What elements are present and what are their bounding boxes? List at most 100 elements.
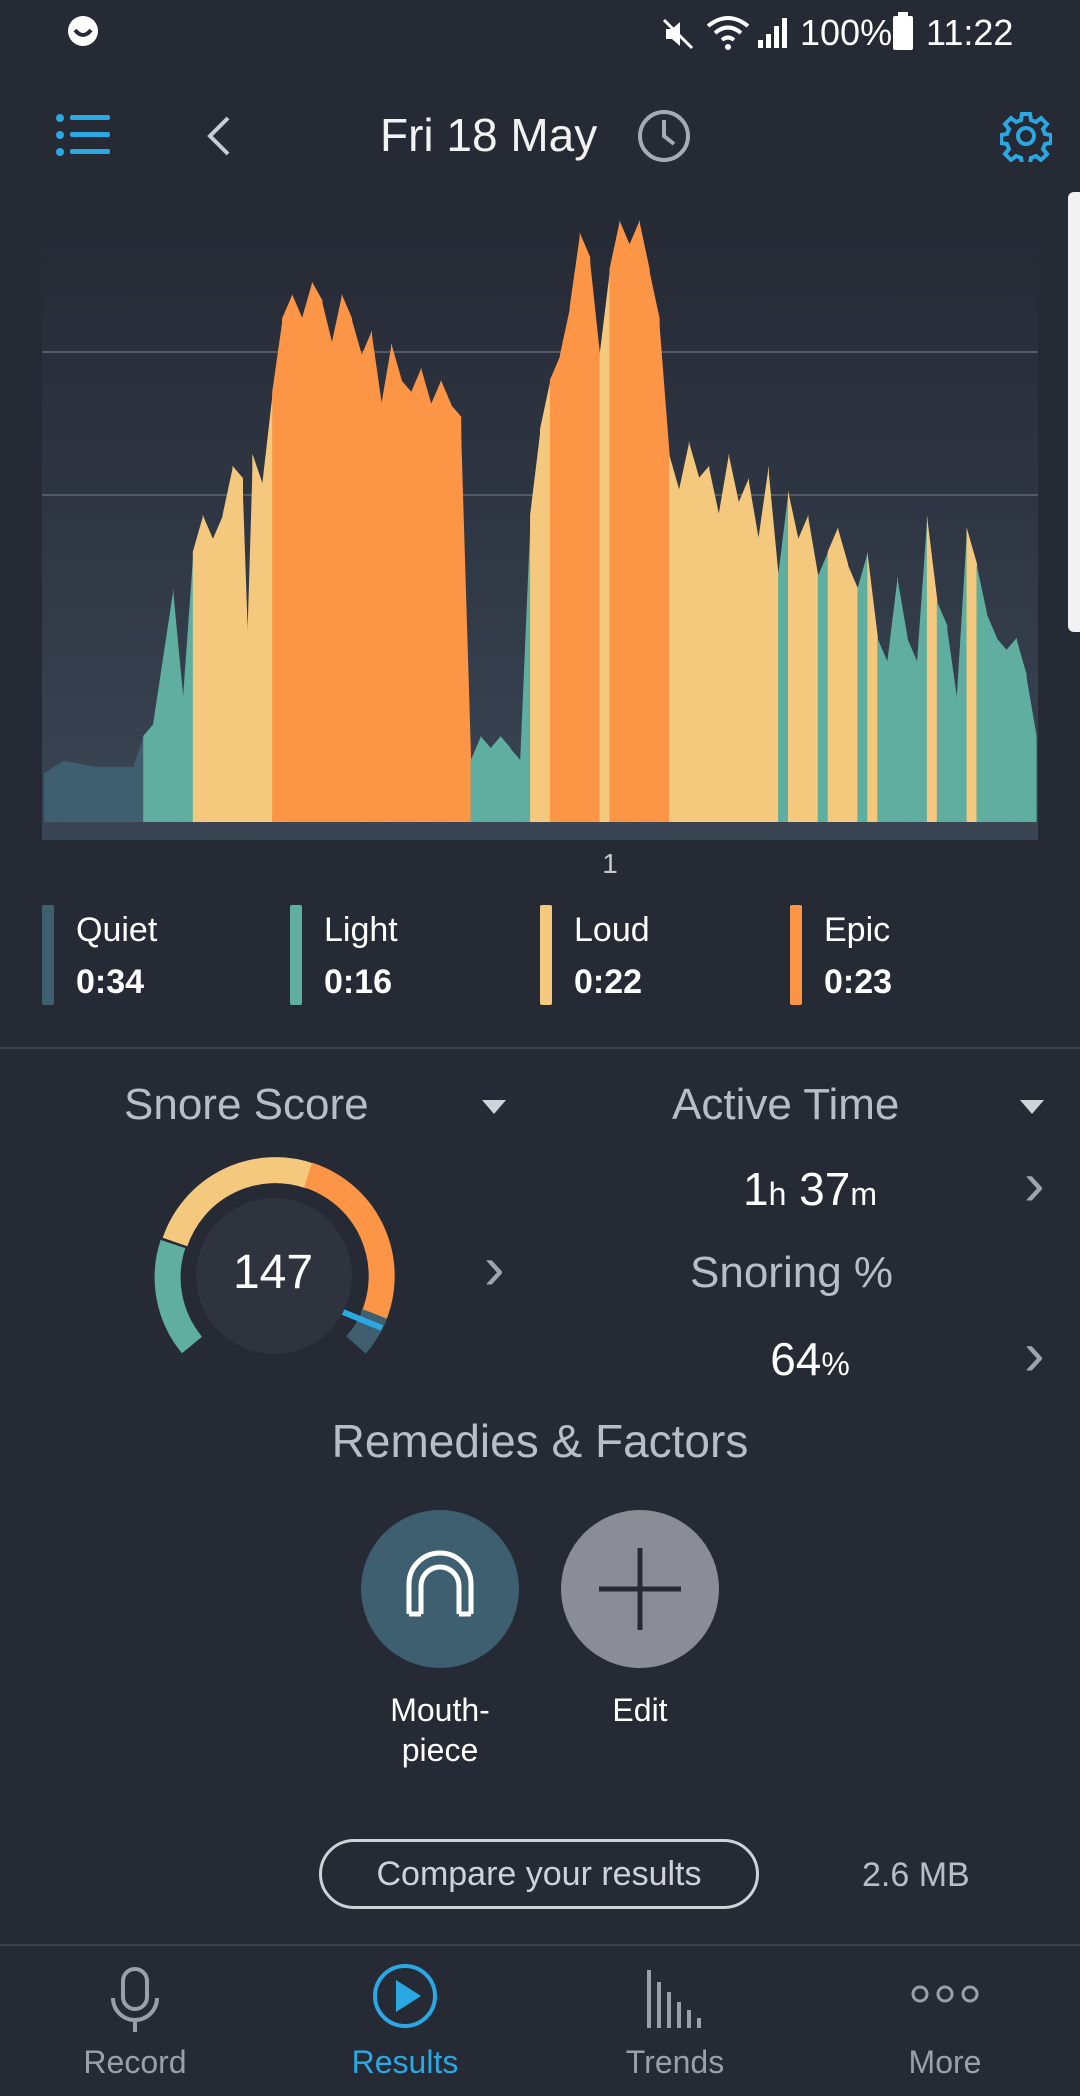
wifi-icon bbox=[706, 16, 750, 50]
chart-area-segment-epic bbox=[351, 318, 363, 822]
mouthpiece-button[interactable] bbox=[361, 1510, 519, 1668]
edit-remedies-button[interactable] bbox=[561, 1510, 719, 1668]
chart-area-segment-epic bbox=[401, 379, 412, 822]
section-divider bbox=[0, 1047, 1080, 1049]
chart-area-segment-epic bbox=[609, 220, 620, 822]
chart-area-segment-loud bbox=[788, 490, 799, 822]
back-chevron-icon[interactable] bbox=[204, 114, 234, 158]
status-bar: 100% 11:22 bbox=[0, 0, 1080, 70]
legend-epic-value: 0:23 bbox=[824, 963, 893, 1001]
legend-light: Light 0:16 bbox=[290, 905, 490, 1005]
chart-area-segment-light bbox=[817, 551, 829, 822]
chart-area-segment-epic bbox=[301, 281, 313, 822]
menu-list-icon[interactable] bbox=[56, 112, 112, 158]
chart-area-segment-loud bbox=[708, 465, 720, 822]
nav-more[interactable]: More bbox=[810, 1946, 1080, 2096]
snore-score-dropdown-icon[interactable] bbox=[482, 1100, 506, 1114]
clock: 11:22 bbox=[926, 12, 1014, 53]
remedies-title: Remedies & Factors bbox=[331, 1415, 749, 1467]
side-scroll-handle[interactable] bbox=[1068, 192, 1080, 632]
chart-area-segment-loud bbox=[678, 441, 690, 822]
snoring-percent-chevron-icon[interactable]: › bbox=[1024, 1324, 1045, 1386]
chart-area-segment-epic bbox=[292, 293, 303, 823]
snore-score-value: 147 bbox=[232, 1246, 314, 1299]
active-time-title[interactable]: Active Time bbox=[672, 1080, 899, 1130]
chart-area-segment-epic bbox=[549, 355, 561, 822]
chart-area-segment-loud bbox=[202, 515, 214, 822]
signal-icon bbox=[758, 18, 787, 48]
snore-chart[interactable]: 1 bbox=[0, 180, 1080, 879]
compare-results-button[interactable]: Compare your results bbox=[319, 1839, 759, 1909]
chart-area-segment-epic bbox=[440, 379, 452, 822]
mute-icon bbox=[662, 18, 694, 50]
snore-score-title[interactable]: Snore Score bbox=[124, 1080, 369, 1130]
chart-area-segment-epic bbox=[579, 232, 591, 822]
legend-light-swatch bbox=[290, 905, 302, 1005]
file-size: 2.6 MB bbox=[862, 1856, 970, 1894]
chart-area-segment-loud bbox=[847, 564, 859, 822]
chart-area-segment-light bbox=[480, 736, 491, 822]
chart-area-segment-epic bbox=[411, 367, 422, 822]
chart-area-segment-epic bbox=[430, 379, 442, 822]
gear-icon[interactable] bbox=[1000, 110, 1052, 162]
legend-loud-label: Loud bbox=[574, 911, 650, 949]
nav-results[interactable]: Results bbox=[270, 1946, 540, 2096]
chart-area-segment-light bbox=[500, 736, 511, 822]
nav-results-label: Results bbox=[351, 2044, 459, 2080]
chart-area-segment-loud bbox=[212, 515, 224, 822]
chart-area-segment-epic bbox=[619, 220, 630, 822]
chart-area-segment-quiet bbox=[63, 760, 95, 822]
legend-quiet-value: 0:34 bbox=[76, 963, 145, 1001]
chart-area-segment-loud bbox=[222, 465, 234, 822]
chart-area-segment-loud bbox=[698, 465, 710, 822]
chart-area-segment-epic bbox=[569, 232, 581, 822]
chart-area-segment-light bbox=[490, 736, 501, 822]
app-notification-icon bbox=[68, 16, 98, 46]
chart-area-segment-light bbox=[1006, 637, 1017, 822]
chart-area-segment-loud bbox=[718, 453, 730, 822]
chart-area-segment-light bbox=[996, 637, 1007, 822]
bottom-nav: Record Results Trends More bbox=[0, 1944, 1080, 2096]
header: Fri 18 May bbox=[0, 90, 1080, 180]
chart-area-segment-epic bbox=[391, 343, 402, 822]
legend-loud-swatch bbox=[540, 905, 552, 1005]
chart-area-segment-epic bbox=[341, 293, 353, 823]
legend-light-value: 0:16 bbox=[324, 963, 393, 1001]
snore-score-chevron-icon[interactable]: › bbox=[484, 1238, 505, 1300]
chart-area-segment-epic bbox=[639, 220, 650, 822]
battery-percent: 100% bbox=[800, 12, 893, 53]
active-time-dropdown-icon[interactable] bbox=[1020, 1100, 1044, 1114]
chart-area-segment-light bbox=[907, 637, 918, 822]
legend-epic: Epic 0:23 bbox=[790, 905, 990, 1005]
nav-record[interactable]: Record bbox=[0, 1946, 270, 2096]
battery-icon bbox=[893, 12, 913, 50]
nav-trends[interactable]: Trends bbox=[540, 1946, 810, 2096]
chart-area-segment-loud bbox=[966, 527, 978, 822]
nav-record-label: Record bbox=[83, 2044, 187, 2080]
chart-area-segment-epic bbox=[589, 257, 601, 822]
date-title: Fri 18 May bbox=[380, 109, 598, 161]
chart-area-segment-loud bbox=[192, 515, 204, 822]
play-icon bbox=[373, 1964, 437, 2028]
mouthpiece-icon bbox=[406, 1550, 474, 1617]
chart-area-segment-epic bbox=[331, 293, 343, 823]
chart-area-segment-loud bbox=[252, 453, 263, 822]
active-time-chevron-icon[interactable]: › bbox=[1024, 1154, 1045, 1216]
chart-area-segment-loud bbox=[797, 515, 809, 822]
chart-area-segment-epic bbox=[361, 330, 372, 822]
chart-area-segment-epic bbox=[321, 300, 333, 823]
clock-icon[interactable] bbox=[636, 108, 692, 164]
snoring-percent-value: 64% bbox=[770, 1333, 850, 1385]
chart-area-segment-epic bbox=[559, 306, 571, 822]
legend-epic-swatch bbox=[790, 905, 802, 1005]
chart-area-segment-loud bbox=[668, 453, 680, 822]
gauge-segment-light bbox=[154, 1239, 203, 1354]
plus-icon bbox=[599, 1548, 681, 1630]
snore-chart-svg bbox=[42, 220, 1038, 840]
legend-light-label: Light bbox=[324, 911, 398, 949]
chart-area-segment-epic bbox=[649, 269, 660, 822]
legend-quiet-label: Quiet bbox=[76, 911, 158, 949]
chart-area-segment-epic bbox=[371, 330, 382, 822]
more-dots-icon bbox=[911, 1985, 979, 2003]
active-time-value: 1h 37m bbox=[743, 1163, 877, 1215]
